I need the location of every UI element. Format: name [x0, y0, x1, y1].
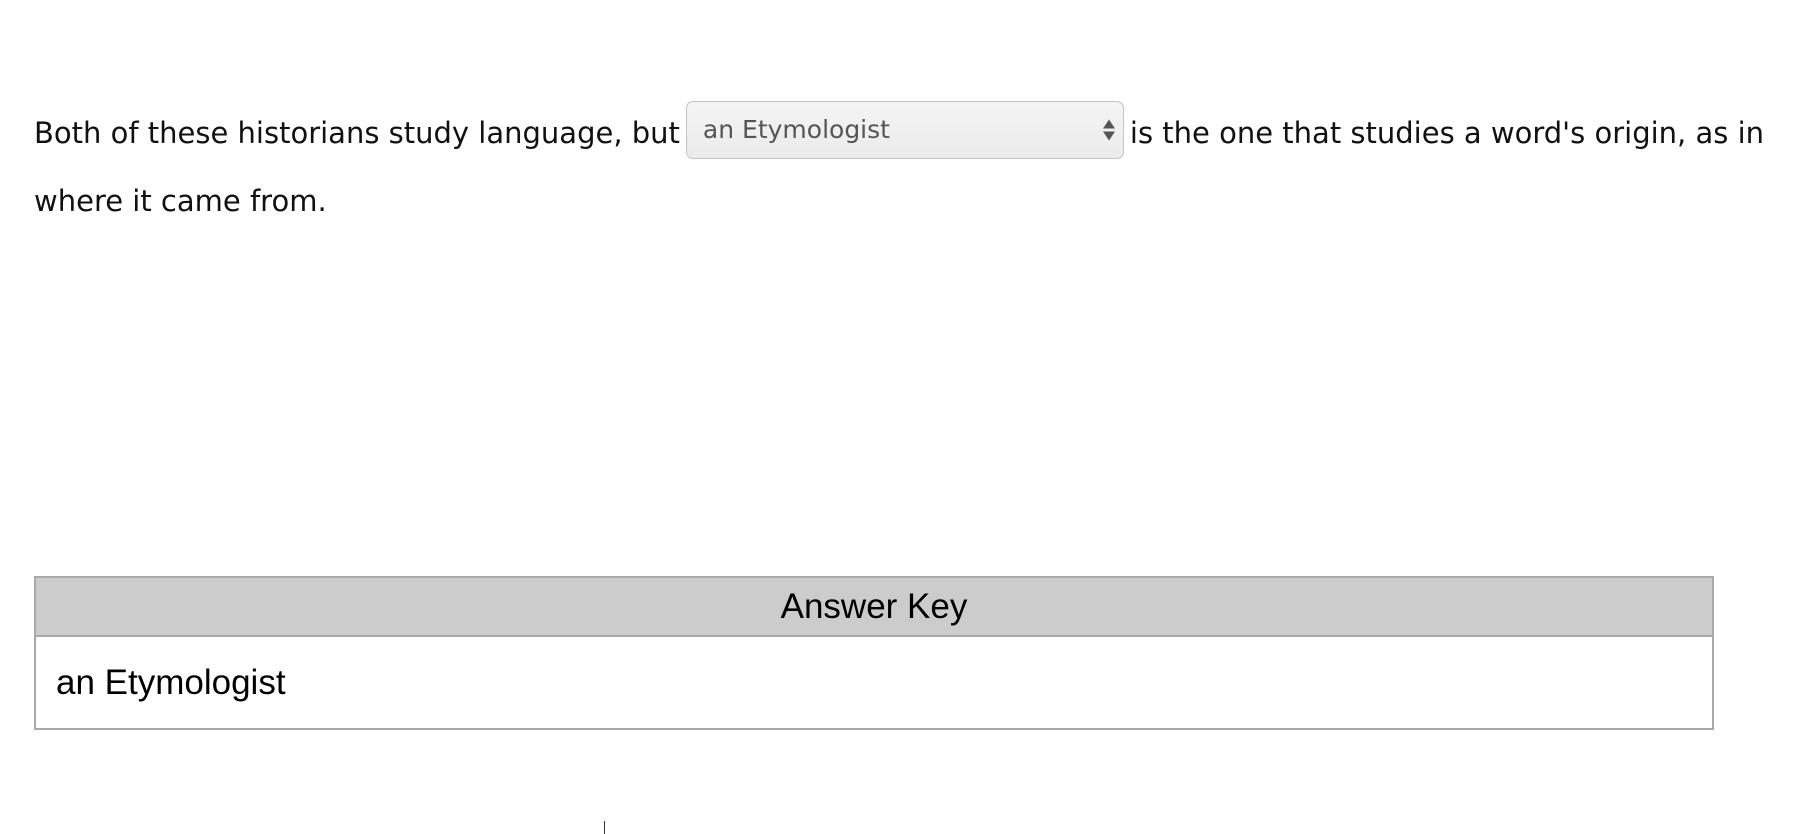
question-text-before: Both of these historians study language,… [34, 116, 680, 150]
answer-key-panel: Answer Key an Etymologist [34, 576, 1714, 730]
answer-dropdown-value: an Etymologist [702, 115, 890, 144]
answer-dropdown[interactable]: an Etymologist [685, 101, 1124, 159]
answer-key-answer: an Etymologist [36, 637, 1712, 728]
question-text: Both of these historians study language,… [34, 98, 1774, 234]
answer-key-title: Answer Key [36, 578, 1712, 637]
up-down-arrows-icon [1102, 119, 1115, 141]
text-cursor-mark [604, 821, 605, 834]
